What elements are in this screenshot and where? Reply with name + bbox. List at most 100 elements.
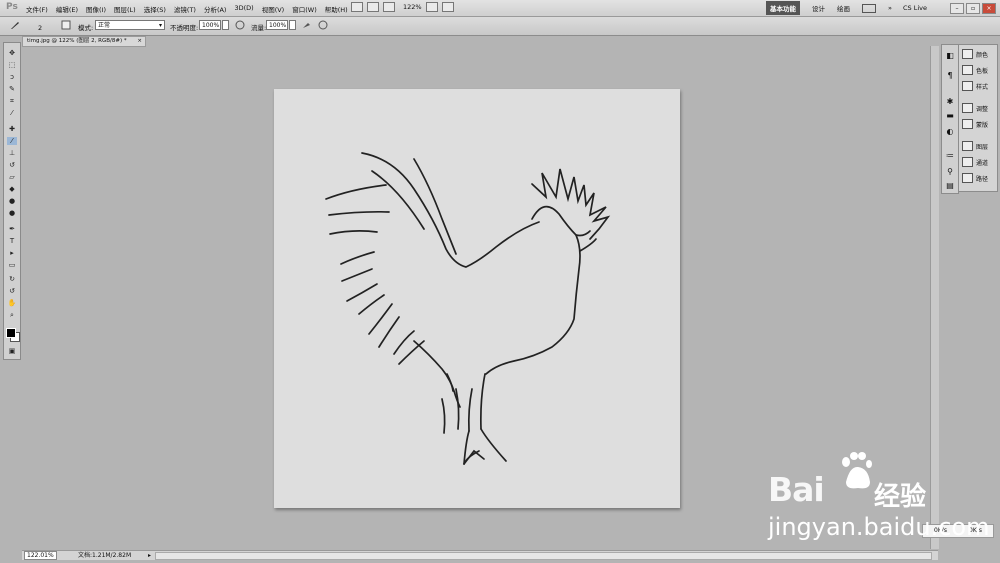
type-tool-icon[interactable]: T [7, 237, 17, 245]
watermark-brand: Bai [768, 470, 825, 509]
menu-analysis[interactable]: 分析(A) [204, 4, 227, 14]
3d-panel-icon[interactable]: ◐ [945, 127, 955, 136]
panel-adjustments-label: 调整 [976, 105, 989, 113]
document-tab[interactable]: timg.jpg @ 122% (图层 2, RGB/8#) * × [22, 36, 146, 47]
baidu-jingyan-watermark: Bai 经验 jingyan.baidu.com [768, 450, 989, 550]
tablet-pressure-flow-icon[interactable] [318, 20, 328, 30]
quick-selection-tool-icon[interactable]: ✎ [7, 85, 17, 93]
opacity-input[interactable]: 100% [199, 20, 221, 30]
canvas-horizontal-scrollbar[interactable] [155, 552, 932, 560]
panel-masks[interactable]: 蒙版 [962, 118, 988, 130]
zoom-level[interactable]: 122% [403, 3, 422, 11]
panel-swatches[interactable]: 色板 [962, 64, 988, 76]
status-menu-arrow-icon[interactable]: ▸ [148, 551, 151, 560]
screen-mode-icon[interactable] [441, 2, 454, 12]
paint-bucket-tool-icon[interactable]: ◆ [7, 185, 17, 193]
color-panel-icon [962, 49, 973, 59]
actions-panel-icon[interactable]: ≔ [945, 151, 955, 160]
history-brush-tool-icon[interactable]: ↺ [7, 161, 17, 169]
menu-image[interactable]: 图像(I) [86, 4, 106, 14]
workspace-switcher: 基本功能 设计 绘画 » [766, 1, 904, 15]
workspace-more[interactable]: » [888, 4, 892, 12]
arrange-documents-icon[interactable] [425, 2, 438, 12]
crop-tool-icon[interactable]: ⌗ [7, 97, 17, 105]
brush-presets-panel-icon[interactable]: ✱ [945, 97, 955, 106]
quick-mask-icon[interactable]: ▣ [7, 347, 17, 355]
mini-bridge-icon[interactable] [367, 2, 379, 12]
menu-file[interactable]: 文件(F) [26, 4, 48, 14]
spot-healing-tool-icon[interactable]: ✚ [7, 125, 17, 133]
clone-source-panel-icon[interactable]: ▬ [945, 111, 955, 120]
marquee-tool-icon[interactable]: ⬚ [7, 61, 17, 69]
3d-orbit-tool-icon[interactable]: ↺ [7, 287, 17, 295]
panel-styles[interactable]: 样式 [962, 80, 988, 92]
panel-color[interactable]: 颜色 [962, 48, 988, 60]
menu-filter[interactable]: 滤镜(T) [174, 4, 196, 14]
document-title: timg.jpg @ 122% (图层 2, RGB/8#) * [27, 38, 127, 44]
eraser-tool-icon[interactable]: ▱ [7, 173, 17, 181]
brush-tool-preset-icon[interactable] [10, 20, 20, 30]
clone-stamp-tool-icon[interactable]: ⊥ [7, 149, 17, 157]
application-bar-tools: 122% [351, 2, 458, 12]
panel-channels[interactable]: 通道 [962, 156, 988, 168]
workspace-painting[interactable]: 绘画 [837, 3, 850, 13]
workspace-photography-icon[interactable] [862, 3, 876, 13]
view-extras-icon[interactable] [383, 2, 395, 12]
opacity-label: 不透明度: [170, 24, 199, 32]
3d-rotate-tool-icon[interactable]: ↻ [7, 275, 17, 283]
flow-label: 流量: [251, 24, 267, 32]
cs-live-button[interactable]: CS Live [903, 4, 927, 12]
dodge-tool-icon[interactable]: ● [7, 209, 17, 217]
workspace-essentials[interactable]: 基本功能 [766, 1, 800, 15]
character-panel-icon[interactable]: ¶ [945, 71, 955, 80]
panel-channels-label: 通道 [976, 159, 989, 167]
brush-size[interactable]: 2 [38, 24, 42, 32]
zoom-tool-icon[interactable]: ⌕ [7, 311, 17, 319]
move-tool-icon[interactable]: ✥ [7, 49, 17, 57]
blur-tool-icon[interactable]: ● [7, 197, 17, 205]
hand-tool-icon[interactable]: ✋ [7, 299, 17, 307]
menu-window[interactable]: 窗口(W) [292, 4, 317, 14]
panel-layers[interactable]: 图层 [962, 140, 988, 152]
tablet-pressure-opacity-icon[interactable] [235, 20, 245, 30]
menu-layer[interactable]: 图层(L) [114, 4, 136, 14]
opacity-dropdown[interactable] [222, 20, 229, 30]
panel-paths[interactable]: 路径 [962, 172, 988, 184]
options-bar: 2 模式: 正常 ▾ 不透明度: 100% 流量: 100% [0, 17, 1000, 36]
panel-color-label: 颜色 [976, 51, 989, 59]
history-panel-icon[interactable]: ⚲ [945, 167, 955, 176]
layer-comps-panel-icon[interactable]: ▤ [945, 181, 955, 190]
styles-panel-icon [962, 81, 973, 91]
brush-panel-icon[interactable] [61, 20, 71, 30]
status-doc-info[interactable]: 文档:1.21M/2.82M [78, 551, 131, 560]
shape-tool-icon[interactable]: ▭ [7, 261, 17, 269]
restore-button[interactable]: ▫ [966, 3, 980, 14]
menu-help[interactable]: 帮助(H) [325, 4, 348, 14]
masks-panel-icon [962, 119, 973, 129]
pen-tool-icon[interactable]: ✒ [7, 225, 17, 233]
document-canvas[interactable] [274, 89, 680, 508]
flow-input[interactable]: 100% [266, 20, 288, 30]
tools-panel: ✥ ⬚ ↄ ✎ ⌗ ⁄ ✚ ⁄ ⊥ ↺ ▱ ◆ ● ● ✒ T ▸ ▭ ↻ ↺ … [3, 42, 21, 360]
brush-tool-icon[interactable]: ⁄ [7, 137, 17, 145]
foreground-color-swatch[interactable] [6, 328, 16, 338]
path-selection-tool-icon[interactable]: ▸ [7, 249, 17, 257]
bridge-icon[interactable] [351, 2, 363, 12]
menu-select[interactable]: 选择(S) [144, 4, 166, 14]
menu-3d[interactable]: 3D(D) [234, 4, 253, 14]
panel-styles-label: 样式 [976, 83, 989, 91]
status-zoom-field[interactable]: 122.01% [24, 551, 57, 560]
menu-view[interactable]: 视图(V) [262, 4, 285, 14]
eyedropper-tool-icon[interactable]: ⁄ [7, 109, 17, 117]
menu-edit[interactable]: 编辑(E) [56, 4, 78, 14]
document-close-button[interactable]: × [137, 37, 142, 46]
workspace-design[interactable]: 设计 [812, 3, 825, 13]
lasso-tool-icon[interactable]: ↄ [7, 73, 17, 81]
flow-dropdown[interactable] [289, 20, 296, 30]
airbrush-icon[interactable] [302, 20, 312, 30]
close-button[interactable]: × [982, 3, 996, 14]
minimize-button[interactable]: – [950, 3, 964, 14]
panel-adjustments[interactable]: 调整 [962, 102, 988, 114]
info-panel-icon[interactable]: ◧ [945, 51, 955, 60]
mode-select[interactable]: 正常 ▾ [95, 20, 165, 30]
